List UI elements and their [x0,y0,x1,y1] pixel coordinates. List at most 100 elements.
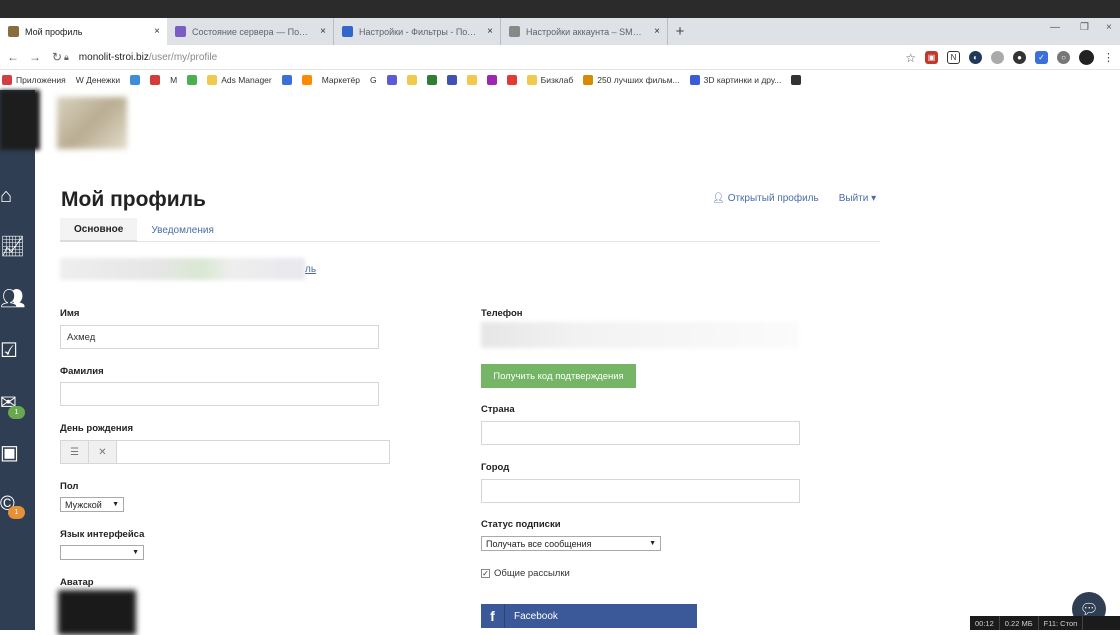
gender-select[interactable]: Мужской ▼ [60,497,124,512]
new-tab-button[interactable]: + [668,18,692,45]
facebook-icon: f [481,604,505,628]
logout-dropdown[interactable]: Выйти ▾ [839,193,876,204]
dropdown-arrow-icon: ▼ [112,501,119,508]
back-arrow-icon[interactable]: ← [4,50,22,64]
bookmark-favicon-icon [130,75,141,85]
extension-grey-icon[interactable] [991,51,1004,64]
tab-close-icon[interactable]: × [320,26,326,37]
page-title: Мой профиль [61,188,206,211]
extension-circle-icon[interactable]: ○ [1057,51,1070,64]
browser-avatar-icon[interactable] [1079,50,1094,65]
window-restore-icon[interactable]: ❐ [1080,22,1089,33]
site-logo [57,97,127,149]
header-links: 👤︎ Открытый профиль Выйти ▾ [712,193,876,204]
browser-tab-server-status[interactable]: Состояние сервера — Почта — × [167,18,334,45]
bookmark-item[interactable] [130,75,141,85]
bookmark-label: M [170,75,178,85]
birthday-input[interactable] [117,441,389,463]
browser-tab-profile[interactable]: Мой профиль × [0,18,167,45]
bookmark-item[interactable] [486,75,497,85]
window-minimize-icon[interactable]: — [1050,22,1060,33]
bookmark-item[interactable]: 250 лучших фильм... [583,75,680,85]
bookmark-favicon-icon [281,75,292,85]
tab-close-icon[interactable]: × [154,26,160,37]
bookmark-item[interactable] [466,75,477,85]
currency-badge: 1 [8,506,25,519]
bookmark-item[interactable]: 3D картинки и дру... [689,75,781,85]
tab-notifications[interactable]: Уведомления [137,218,228,242]
bookmark-favicon-icon [446,75,457,85]
profile-tabs: Основное Уведомления [60,218,880,242]
calendar-icon[interactable]: ☰ [61,441,89,463]
bookmark-item[interactable] [506,75,517,85]
users-icon[interactable]: 👥︎ [0,278,35,318]
bookmark-label: Бизклаб [540,75,574,85]
profile-favicon-icon [8,26,19,37]
extension-dark-icon[interactable]: ● [1013,51,1026,64]
country-input[interactable] [481,421,800,445]
browser-tab-sms-settings[interactable]: Настройки аккаунта – SMS-цен × [501,18,668,45]
bookmarks-bar: Приложения W Денежки M Ads Manager Маркетёр G… [0,70,1120,90]
bookmark-item[interactable] [281,75,292,85]
window-close-icon[interactable]: × [1106,22,1112,33]
bookmark-item[interactable] [406,75,417,85]
bookmark-item[interactable]: Ads Manager [207,75,272,85]
email-change-link[interactable]: ль [305,264,316,275]
bookmark-favicon-icon [526,75,537,85]
url-host: monolit-stroi.biz [78,52,149,63]
bookmark-item[interactable]: W Денежки [76,75,120,85]
language-label: Язык интерфейса [60,529,145,540]
bookmark-item[interactable]: G [370,75,377,85]
city-input[interactable] [481,479,800,503]
facebook-button[interactable]: f Facebook [481,604,697,628]
browser-tab-mail-filters[interactable]: Настройки - Фильтры - Почта M × [334,18,501,45]
open-profile-link[interactable]: 👤︎ Открытый профиль [712,193,819,204]
tab-main[interactable]: Основное [60,218,138,242]
bookmark-item[interactable] [150,75,161,85]
tab-close-icon[interactable]: × [654,26,660,37]
name-input[interactable] [60,325,379,349]
bookmark-item[interactable] [791,75,802,85]
avatar-image[interactable] [58,590,136,635]
newsletter-checkbox[interactable]: ✓ [481,569,490,578]
bookmark-item[interactable]: Маркетёр [322,75,360,85]
recorder-stop[interactable]: F11: Стоп [1039,616,1084,630]
bookmark-item[interactable]: M [170,75,177,85]
recorder-size: 0.22 МБ [1000,616,1039,630]
language-select[interactable]: ▼ [60,545,144,560]
extension-red-icon[interactable]: ▣ [925,51,938,64]
chart-icon[interactable]: 📈︎ [0,226,35,266]
subscription-value: Получать все сообщения [486,538,592,549]
extension-n-icon[interactable]: N [947,51,960,64]
subscription-select[interactable]: Получать все сообщения ▼ [481,536,661,551]
bookmark-favicon-icon [406,75,417,85]
tab-close-icon[interactable]: × [487,26,493,37]
bookmark-item[interactable] [187,75,198,85]
bookmark-label: W Денежки [75,75,121,85]
home-icon[interactable]: ⌂ [0,176,35,216]
forward-arrow-icon[interactable]: → [26,50,44,64]
extension-shield-icon[interactable]: ✓ [1035,51,1048,64]
bookmark-item[interactable]: Бизклаб [526,75,574,85]
tasks-check-icon[interactable]: ☑ [0,330,35,370]
extension-moon-icon[interactable]: ◐ [969,51,982,64]
tab-label: Мой профиль [25,26,83,37]
email-redacted [60,258,305,280]
url-field[interactable]: 🔒︎ monolit-stroi.biz /user/my/profile [64,49,217,66]
phone-input-redacted[interactable] [481,322,799,348]
bookmark-favicon-icon [150,75,161,85]
recorder-time: 00:12 [970,616,1000,630]
bookmark-item[interactable] [386,75,397,85]
surname-input[interactable] [60,382,379,406]
get-code-button[interactable]: Получить код подтверждения [481,364,636,388]
os-top-bar [0,0,1120,18]
browser-menu-icon[interactable]: ⋮ [1103,51,1114,64]
user-icon: 👤︎ [712,193,725,204]
bookmark-item[interactable] [446,75,457,85]
bookmark-item[interactable] [426,75,437,85]
bookmark-item[interactable] [301,75,312,85]
bookmark-star-icon[interactable]: ☆ [905,51,916,65]
clear-date-icon[interactable]: ✕ [89,441,117,463]
safe-icon[interactable]: ▣ [0,432,35,472]
bookmark-item[interactable]: Приложения [2,75,66,85]
